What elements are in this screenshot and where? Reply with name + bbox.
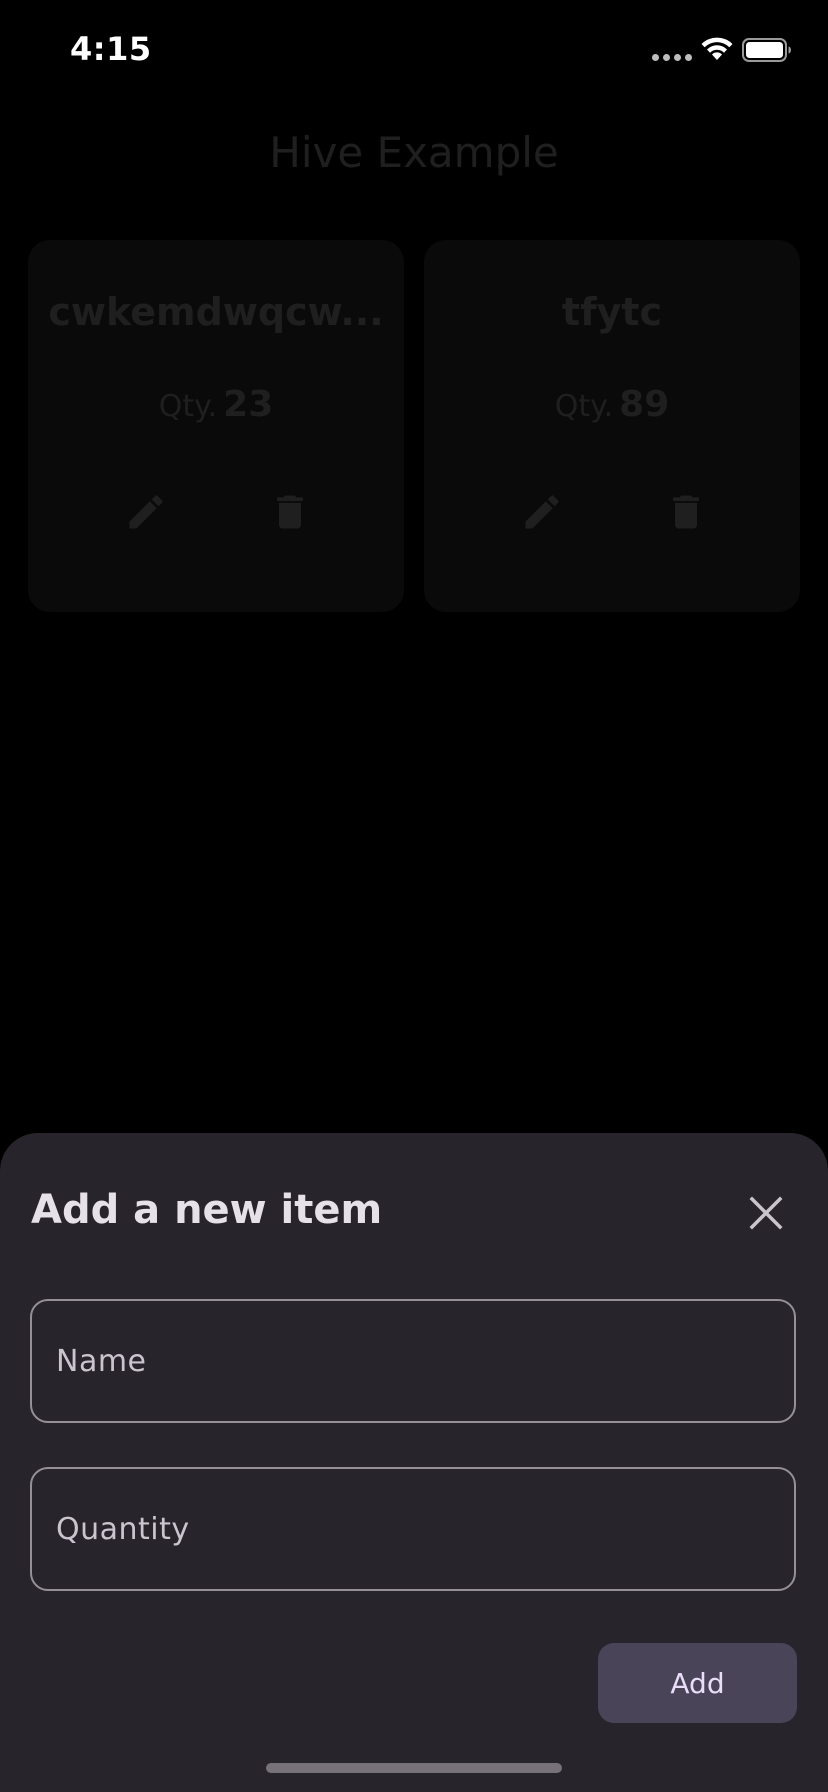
signal-dots-icon (652, 54, 692, 61)
item-name: tfytc (561, 290, 663, 334)
quantity-value: 89 (619, 384, 670, 425)
pencil-icon (525, 495, 559, 529)
quantity-label: Qty. (554, 389, 614, 424)
add-item-bottom-sheet: Add a new item Add (0, 1133, 828, 1792)
battery-icon (742, 38, 791, 62)
quantity-input[interactable] (32, 1469, 794, 1589)
quantity-value: 23 (223, 384, 274, 425)
home-indicator (266, 1763, 562, 1773)
edit-button[interactable] (124, 490, 168, 534)
wifi-icon (701, 37, 733, 60)
quantity-field (30, 1467, 796, 1591)
status-bar: 4:15 (0, 0, 828, 100)
add-button[interactable]: Add (598, 1643, 797, 1723)
status-time: 4:15 (70, 30, 152, 68)
trash-icon (277, 495, 303, 529)
trash-icon (673, 495, 699, 529)
item-card: cwkemdwqcw... Qty. 23 (28, 240, 404, 612)
item-card: tfytc Qty. 89 (424, 240, 800, 612)
item-name: cwkemdwqcw... (48, 290, 384, 334)
name-input[interactable] (32, 1301, 794, 1421)
quantity-label: Qty. (158, 389, 218, 424)
pencil-icon (129, 495, 163, 529)
item-quantity: Qty. 23 (28, 384, 404, 425)
name-field (30, 1299, 796, 1423)
sheet-title: Add a new item (31, 1187, 383, 1233)
close-icon (749, 1196, 783, 1230)
item-quantity: Qty. 89 (424, 384, 800, 425)
delete-button[interactable] (664, 490, 708, 534)
edit-button[interactable] (520, 490, 564, 534)
close-button[interactable] (744, 1191, 788, 1235)
app-title: Hive Example (269, 128, 559, 177)
delete-button[interactable] (268, 490, 312, 534)
